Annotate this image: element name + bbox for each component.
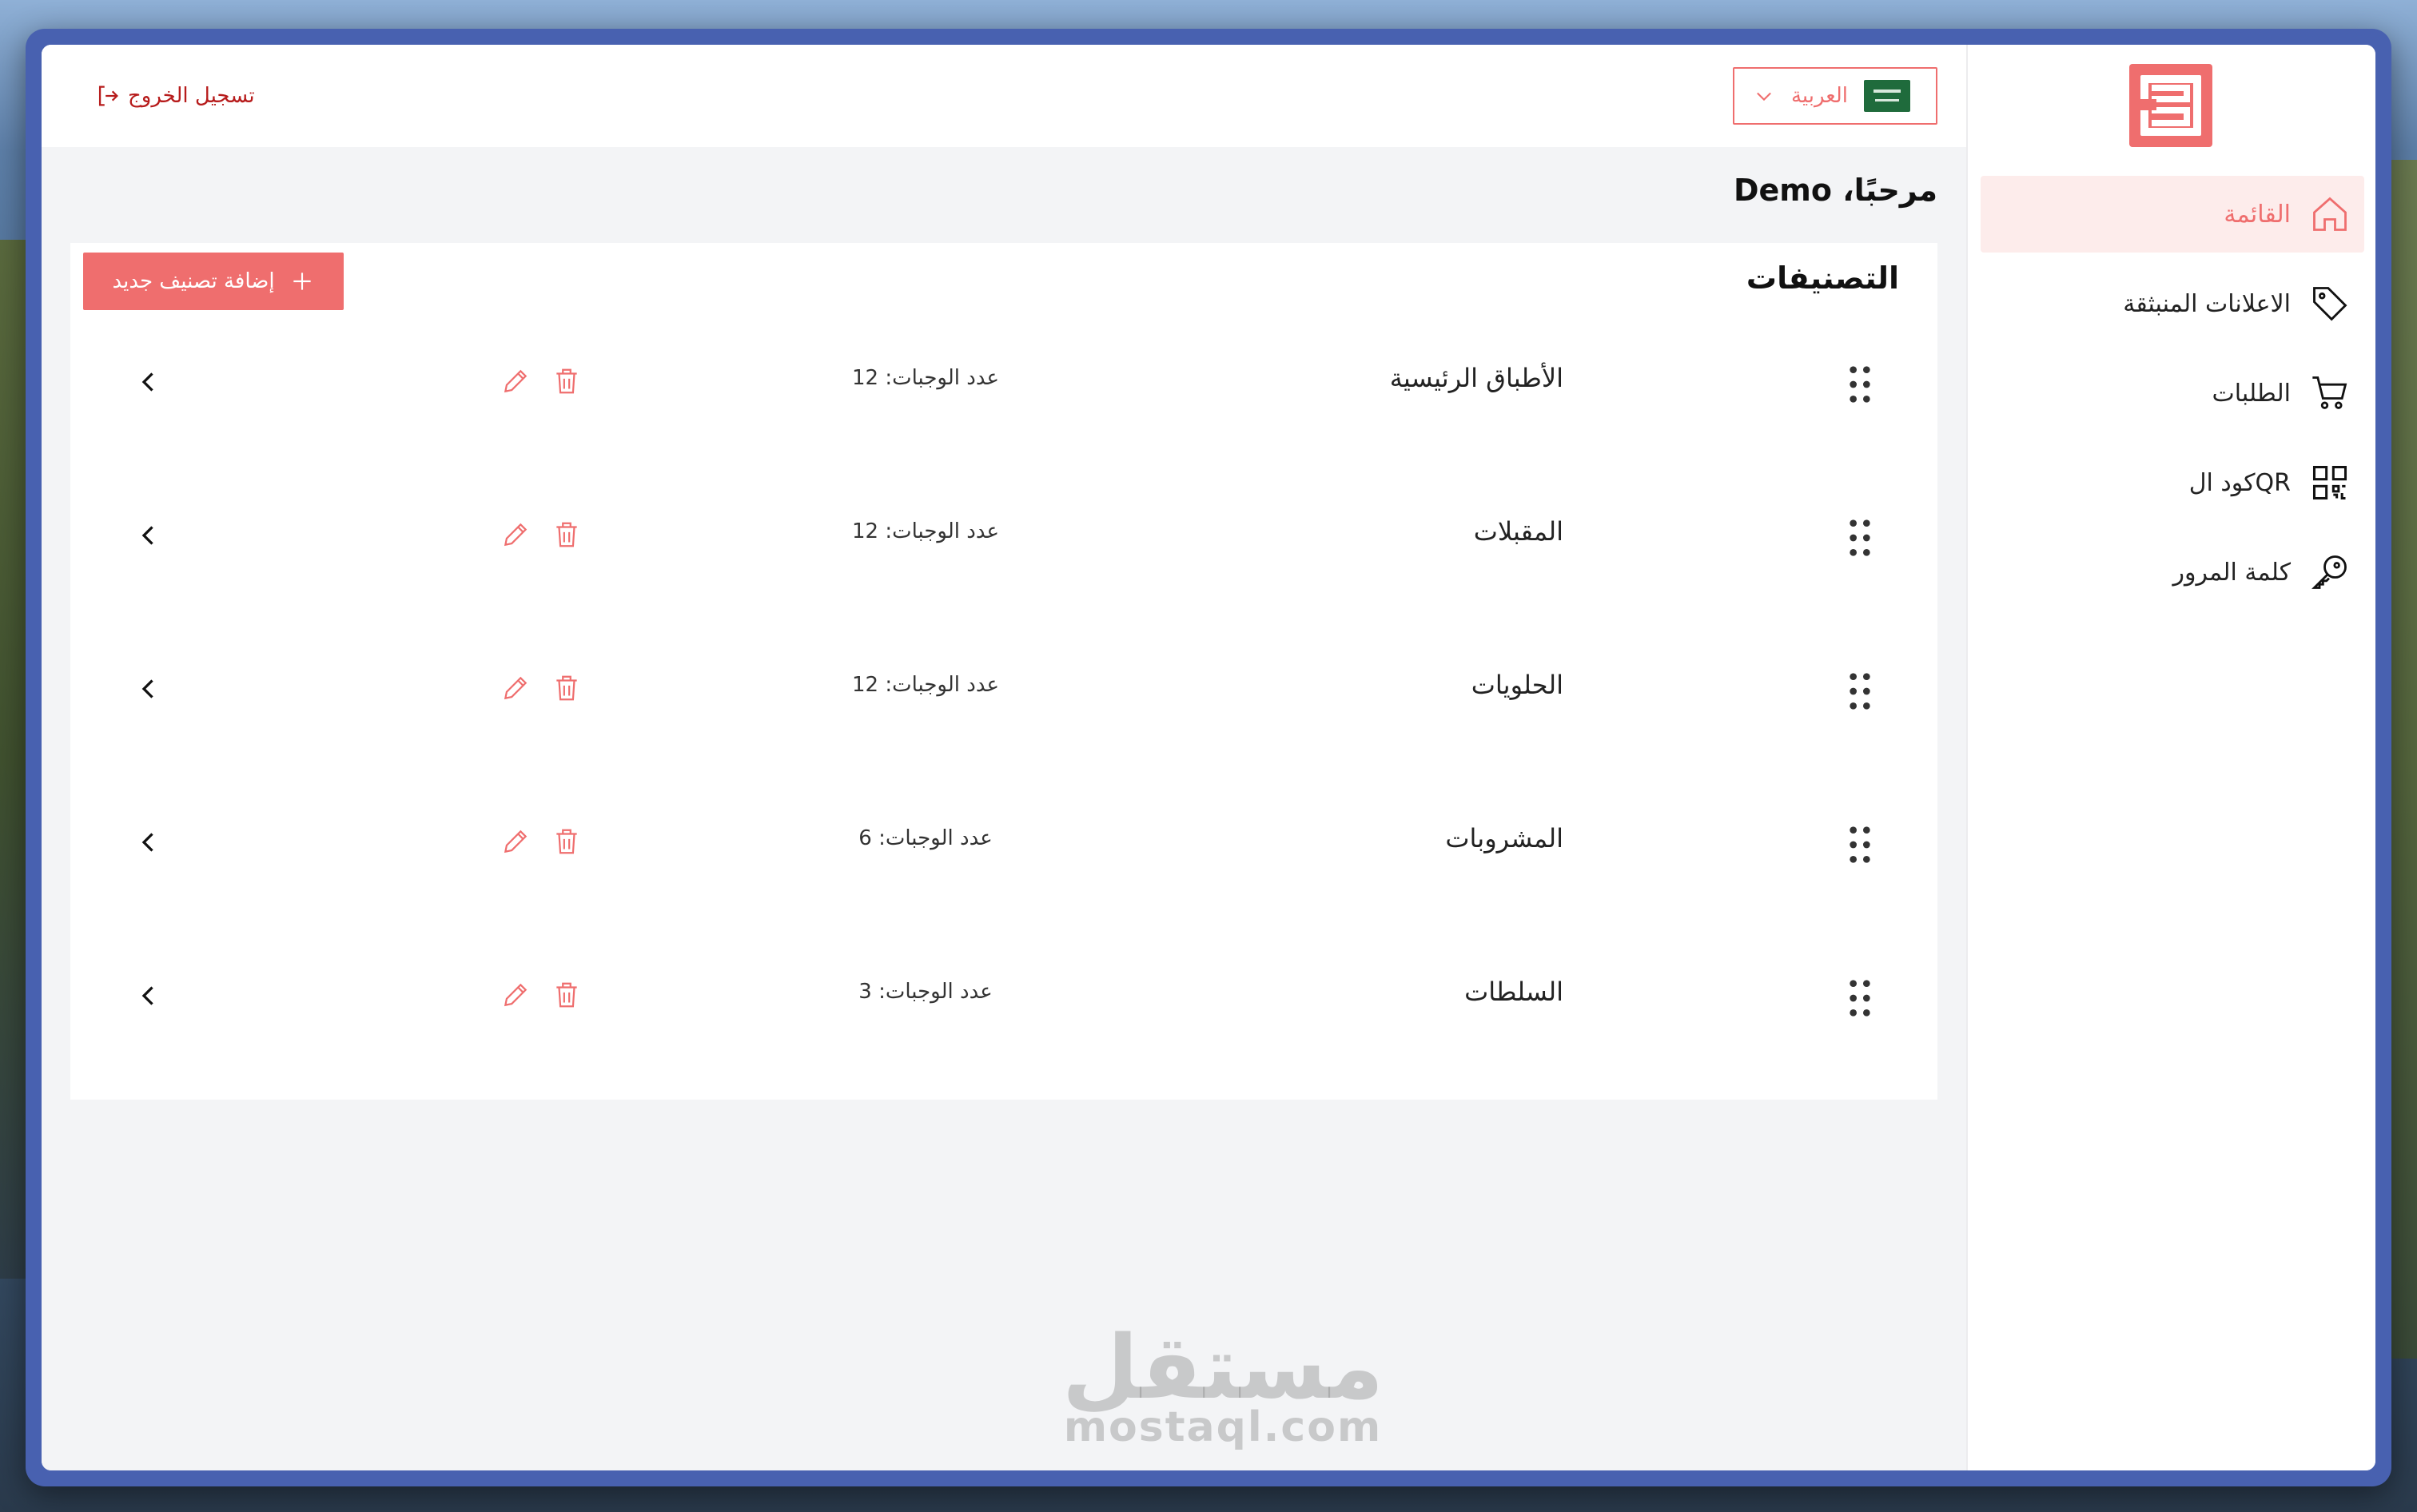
drag-handle-icon[interactable] [1846, 671, 1873, 711]
main-content: تسجيل الخروج العربية مرحبًا، Demo التصني… [42, 45, 1966, 1470]
welcome-heading: مرحبًا، Demo [1733, 173, 1937, 208]
drag-handle-icon[interactable] [1846, 978, 1873, 1018]
meal-count: عدد الوجبات: 12 [851, 519, 999, 543]
sidebar-item-menu[interactable]: القائمة [1981, 176, 2364, 253]
chevron-left-icon[interactable] [134, 980, 163, 1012]
brand-logo [2129, 64, 2212, 147]
chevron-left-icon[interactable] [134, 519, 163, 551]
add-category-label: إضافة تصنيف جديد [112, 269, 275, 293]
trash-icon[interactable] [551, 671, 582, 705]
meal-count: عدد الوجبات: 6 [858, 826, 993, 850]
category-row[interactable]: الأطباق الرئيسية عدد الوجبات: 12 [70, 329, 1937, 483]
logout-button[interactable]: تسجيل الخروج [94, 74, 255, 118]
sidebar-item-qr-code[interactable]: كود الQR [1981, 444, 2364, 521]
meal-count: عدد الوجبات: 12 [851, 366, 999, 390]
category-row[interactable]: الحلويات عدد الوجبات: 12 [70, 636, 1937, 790]
sidebar-item-password[interactable]: كلمة المرور [1981, 534, 2364, 611]
meal-count: عدد الوجبات: 12 [851, 673, 999, 697]
drag-handle-icon[interactable] [1846, 364, 1873, 404]
top-bar: تسجيل الخروج العربية [42, 45, 1966, 147]
watermark-english: mostaql.com [1063, 1403, 1383, 1451]
drag-handle-icon[interactable] [1846, 825, 1873, 865]
tag-icon [2308, 282, 2351, 325]
category-name: السلطات [1464, 977, 1563, 1007]
pencil-icon[interactable] [500, 671, 531, 705]
saudi-flag-icon [1864, 80, 1910, 112]
category-name: الحلويات [1471, 670, 1563, 700]
sidebar-item-popup-ads[interactable]: الاعلانات المنبثقة [1981, 265, 2364, 342]
pencil-icon[interactable] [500, 825, 531, 858]
category-row[interactable]: السلطات عدد الوجبات: 3 [70, 943, 1937, 1096]
language-select[interactable]: العربية [1733, 67, 1937, 125]
sidebar-nav: القائمة الاعلانات المنبثقة الطلبات كود ا… [1981, 176, 2364, 623]
app-window: تسجيل الخروج العربية مرحبًا، Demo التصني… [42, 45, 2375, 1470]
language-label: العربية [1790, 84, 1848, 108]
pencil-icon[interactable] [500, 364, 531, 398]
logout-icon [98, 86, 118, 106]
plus-icon [293, 273, 311, 290]
categories-panel: التصنيفات إضافة تصنيف جديد الأطباق الرئي… [70, 243, 1937, 1100]
category-row[interactable]: المقبلات عدد الوجبات: 12 [70, 483, 1937, 636]
cart-icon [2308, 372, 2351, 415]
watermark-arabic: مستقل [1061, 1316, 1384, 1418]
trash-icon[interactable] [551, 364, 582, 398]
sidebar-item-label: القائمة [2224, 200, 2291, 229]
category-name: المقبلات [1473, 516, 1563, 547]
chevron-left-icon[interactable] [134, 673, 163, 705]
drag-handle-icon[interactable] [1846, 518, 1873, 558]
trash-icon[interactable] [551, 518, 582, 551]
panel-title: التصنيفات [1746, 261, 1899, 296]
sidebar-item-orders[interactable]: الطلبات [1981, 355, 2364, 432]
sidebar-item-label: كلمة المرور [2172, 558, 2291, 587]
sidebar-item-label: الاعلانات المنبثقة [2123, 289, 2291, 318]
category-name: المشروبات [1445, 823, 1563, 853]
chevron-left-icon[interactable] [134, 366, 163, 398]
sidebar-item-label: كود الQR [2188, 468, 2291, 497]
logout-label: تسجيل الخروج [128, 84, 255, 108]
add-category-button[interactable]: إضافة تصنيف جديد [83, 253, 344, 310]
qr-code-icon [2308, 461, 2351, 504]
trash-icon[interactable] [551, 978, 582, 1012]
category-name: الأطباق الرئيسية [1389, 363, 1563, 393]
categories-list: الأطباق الرئيسية عدد الوجبات: 12 المقبلا… [70, 329, 1937, 1096]
sidebar: القائمة الاعلانات المنبثقة الطلبات كود ا… [1966, 45, 2375, 1470]
trash-icon[interactable] [551, 825, 582, 858]
sidebar-item-label: الطلبات [2212, 379, 2291, 408]
home-icon [2308, 193, 2351, 236]
chevron-left-icon[interactable] [134, 826, 163, 858]
key-icon [2308, 551, 2351, 594]
category-row[interactable]: المشروبات عدد الوجبات: 6 [70, 790, 1937, 943]
pencil-icon[interactable] [500, 978, 531, 1012]
pencil-icon[interactable] [500, 518, 531, 551]
chevron-down-icon [1757, 92, 1771, 101]
meal-count: عدد الوجبات: 3 [858, 980, 993, 1004]
watermark: مستقل mostaql.com [1055, 1323, 1391, 1451]
